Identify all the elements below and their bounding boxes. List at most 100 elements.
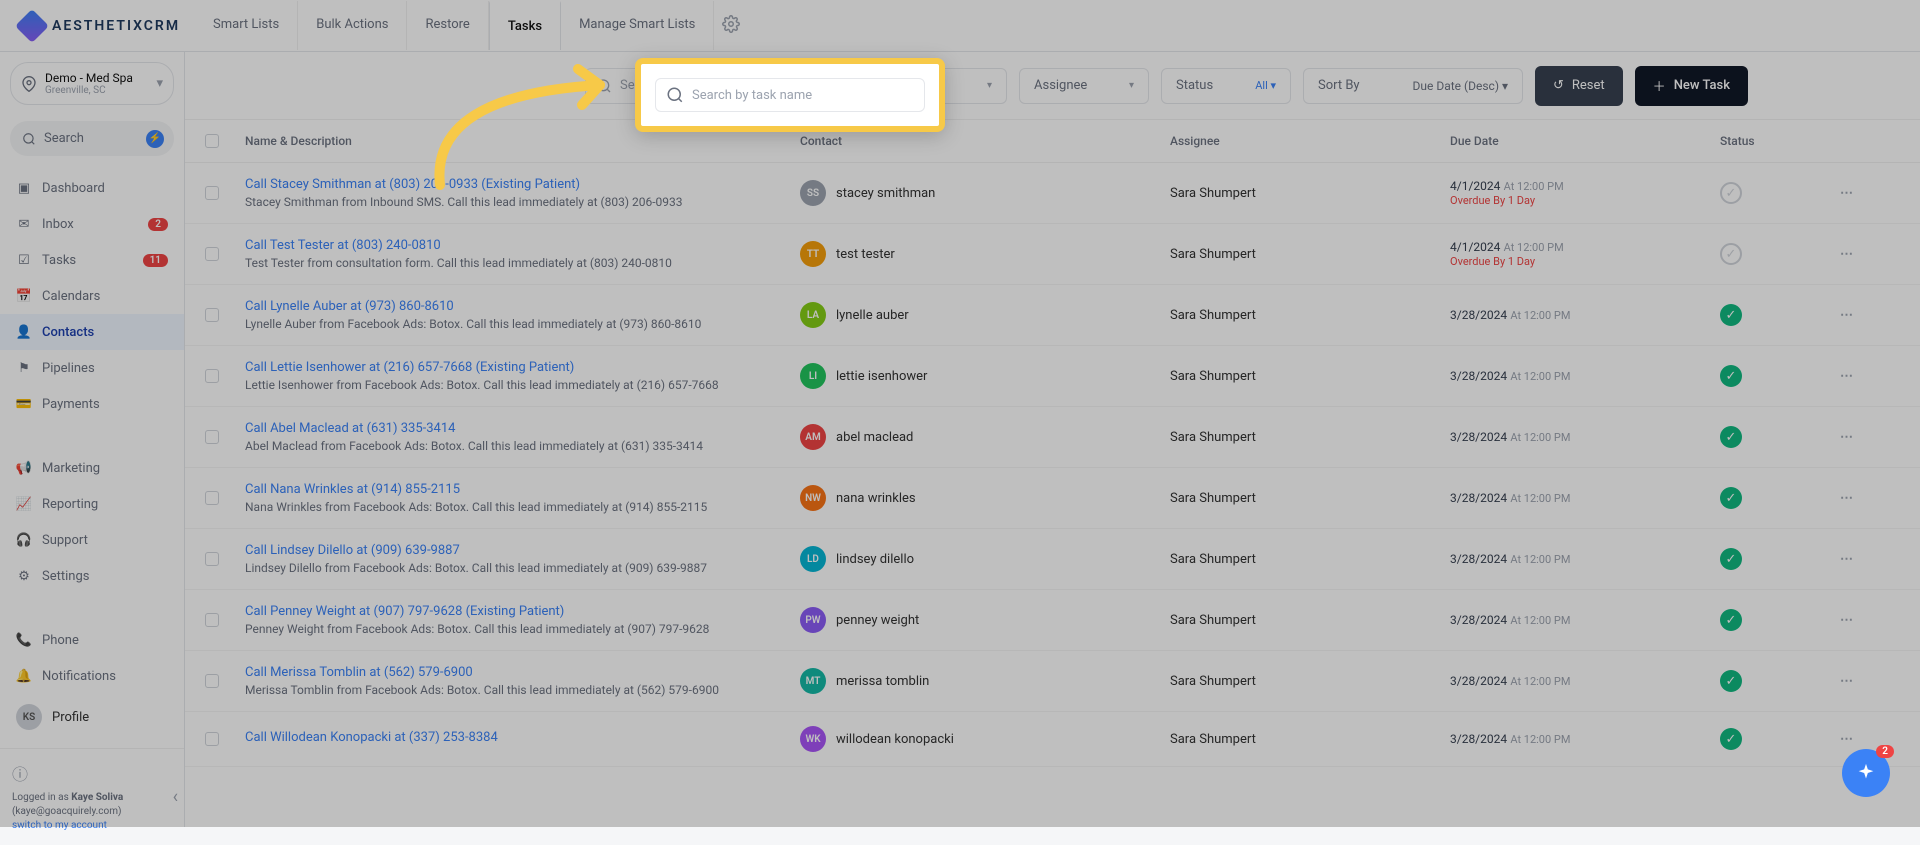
switch-account-link[interactable]: switch to my account <box>12 820 107 831</box>
row-checkbox[interactable] <box>205 369 219 383</box>
status-done-icon[interactable]: ✓ <box>1720 487 1742 509</box>
row-menu-icon[interactable]: ⋯ <box>1840 247 1854 262</box>
due-date: 3/28/2024 <box>1450 613 1507 627</box>
row-menu-icon[interactable]: ⋯ <box>1840 369 1854 384</box>
assignee-filter[interactable]: Assignee ▾ <box>1019 68 1149 104</box>
task-row[interactable]: Call Willodean Konopacki at (337) 253-83… <box>185 712 1920 767</box>
task-row[interactable]: Call Lynelle Auber at (973) 860-8610 Lyn… <box>185 285 1920 346</box>
sidebar: Demo - Med Spa Greenville, SC ▾ Search ⚡… <box>0 52 185 827</box>
chat-fab[interactable]: 2 <box>1842 749 1890 797</box>
row-checkbox[interactable] <box>205 491 219 505</box>
row-menu-icon[interactable]: ⋯ <box>1840 430 1854 445</box>
dashboard-icon: ▣ <box>16 180 32 196</box>
chevron-down-icon: ▾ <box>1129 80 1134 91</box>
top-tab-manage-smart-lists[interactable]: Manage Smart Lists <box>561 1 714 50</box>
select-all-checkbox[interactable] <box>205 134 219 148</box>
task-title[interactable]: Call Lynelle Auber at (973) 860-8610 <box>245 299 800 314</box>
status-pending-icon[interactable]: ✓ <box>1720 243 1742 265</box>
nav-support[interactable]: 🎧Support <box>0 522 184 558</box>
contact-name[interactable]: willodean konopacki <box>836 732 954 747</box>
nav-pipelines[interactable]: ⚑Pipelines <box>0 350 184 386</box>
nav-notifications[interactable]: 🔔Notifications <box>0 658 184 694</box>
row-menu-icon[interactable]: ⋯ <box>1840 186 1854 201</box>
status-done-icon[interactable]: ✓ <box>1720 365 1742 387</box>
top-tab-restore[interactable]: Restore <box>407 1 488 50</box>
assignee-name: Sara Shumpert <box>1170 491 1450 506</box>
contact-name[interactable]: merissa tomblin <box>836 674 929 689</box>
task-row[interactable]: Call Lindsey Dilello at (909) 639-9887 L… <box>185 529 1920 590</box>
contact-name[interactable]: abel maclead <box>836 430 913 445</box>
gear-icon[interactable] <box>722 15 740 37</box>
task-title[interactable]: Call Merissa Tomblin at (562) 579-6900 <box>245 665 800 680</box>
nav-settings[interactable]: ⚙Settings <box>0 558 184 594</box>
task-desc: Merissa Tomblin from Facebook Ads: Botox… <box>245 683 800 697</box>
task-title[interactable]: Call Nana Wrinkles at (914) 855-2115 <box>245 482 800 497</box>
search-icon <box>22 132 36 146</box>
task-title[interactable]: Call Abel Maclead at (631) 335-3414 <box>245 421 800 436</box>
row-menu-icon[interactable]: ⋯ <box>1840 674 1854 689</box>
help-icon[interactable]: ⓘ <box>12 761 172 785</box>
contact-name[interactable]: nana wrinkles <box>836 491 916 506</box>
top-tab-bulk-actions[interactable]: Bulk Actions <box>298 1 407 50</box>
nav-dashboard[interactable]: ▣Dashboard <box>0 170 184 206</box>
row-menu-icon[interactable]: ⋯ <box>1840 613 1854 628</box>
task-title[interactable]: Call Test Tester at (803) 240-0810 <box>245 238 800 253</box>
row-checkbox[interactable] <box>205 674 219 688</box>
contact-name[interactable]: lynelle auber <box>836 308 909 323</box>
status-done-icon[interactable]: ✓ <box>1720 609 1742 631</box>
nav-tasks[interactable]: ☑Tasks11 <box>0 242 184 278</box>
task-title[interactable]: Call Willodean Konopacki at (337) 253-83… <box>245 730 800 745</box>
nav-payments[interactable]: 💳Payments <box>0 386 184 422</box>
sort-filter[interactable]: Sort By Due Date (Desc) ▾ <box>1303 68 1523 104</box>
reset-button[interactable]: ↺ Reset <box>1535 66 1623 106</box>
status-done-icon[interactable]: ✓ <box>1720 304 1742 326</box>
contact-name[interactable]: penney weight <box>836 613 919 628</box>
collapse-icon[interactable]: ‹ <box>173 787 178 808</box>
contact-name[interactable]: lindsey dilello <box>836 552 914 567</box>
row-menu-icon[interactable]: ⋯ <box>1840 491 1854 506</box>
nav-label: Support <box>42 533 88 548</box>
row-checkbox[interactable] <box>205 430 219 444</box>
nav-calendars[interactable]: 📅Calendars <box>0 278 184 314</box>
status-done-icon[interactable]: ✓ <box>1720 728 1742 750</box>
highlight-search[interactable]: Search by task name <box>655 78 925 112</box>
top-tab-smart-lists[interactable]: Smart Lists <box>195 1 298 50</box>
task-title[interactable]: Call Lettie Isenhower at (216) 657-7668 … <box>245 360 800 375</box>
row-menu-icon[interactable]: ⋯ <box>1840 308 1854 323</box>
status-done-icon[interactable]: ✓ <box>1720 670 1742 692</box>
task-row[interactable]: Call Abel Maclead at (631) 335-3414 Abel… <box>185 407 1920 468</box>
nav-profile[interactable]: KSProfile <box>0 694 184 740</box>
location-switcher[interactable]: Demo - Med Spa Greenville, SC ▾ <box>10 62 174 105</box>
contact-name[interactable]: stacey smithman <box>836 186 935 201</box>
top-tab-tasks[interactable]: Tasks <box>489 1 561 50</box>
row-checkbox[interactable] <box>205 247 219 261</box>
task-row[interactable]: Call Lettie Isenhower at (216) 657-7668 … <box>185 346 1920 407</box>
nav-marketing[interactable]: 📢Marketing <box>0 450 184 486</box>
row-checkbox[interactable] <box>205 552 219 566</box>
row-checkbox[interactable] <box>205 613 219 627</box>
task-row[interactable]: Call Nana Wrinkles at (914) 855-2115 Nan… <box>185 468 1920 529</box>
row-checkbox[interactable] <box>205 732 219 746</box>
nav-inbox[interactable]: ✉Inbox2 <box>0 206 184 242</box>
nav-contacts[interactable]: 👤Contacts <box>0 314 184 350</box>
location-text: Demo - Med Spa Greenville, SC <box>45 71 148 96</box>
contact-name[interactable]: lettie isenhower <box>836 369 927 384</box>
contact-name[interactable]: test tester <box>836 247 895 262</box>
row-checkbox[interactable] <box>205 308 219 322</box>
task-title[interactable]: Call Lindsey Dilello at (909) 639-9887 <box>245 543 800 558</box>
row-menu-icon[interactable]: ⋯ <box>1840 552 1854 567</box>
task-title[interactable]: Call Penney Weight at (907) 797-9628 (Ex… <box>245 604 800 619</box>
task-row[interactable]: Call Test Tester at (803) 240-0810 Test … <box>185 224 1920 285</box>
task-row[interactable]: Call Penney Weight at (907) 797-9628 (Ex… <box>185 590 1920 651</box>
row-menu-icon[interactable]: ⋯ <box>1840 732 1854 747</box>
task-row[interactable]: Call Merissa Tomblin at (562) 579-6900 M… <box>185 651 1920 712</box>
status-filter[interactable]: Status All ▾ <box>1161 68 1291 104</box>
status-pending-icon[interactable]: ✓ <box>1720 182 1742 204</box>
nav-reporting[interactable]: 📈Reporting <box>0 486 184 522</box>
status-done-icon[interactable]: ✓ <box>1720 548 1742 570</box>
new-task-button[interactable]: ＋ New Task <box>1635 66 1748 106</box>
row-checkbox[interactable] <box>205 186 219 200</box>
status-done-icon[interactable]: ✓ <box>1720 426 1742 448</box>
sidebar-search[interactable]: Search ⚡ <box>10 121 174 156</box>
nav-phone[interactable]: 📞Phone <box>0 622 184 658</box>
